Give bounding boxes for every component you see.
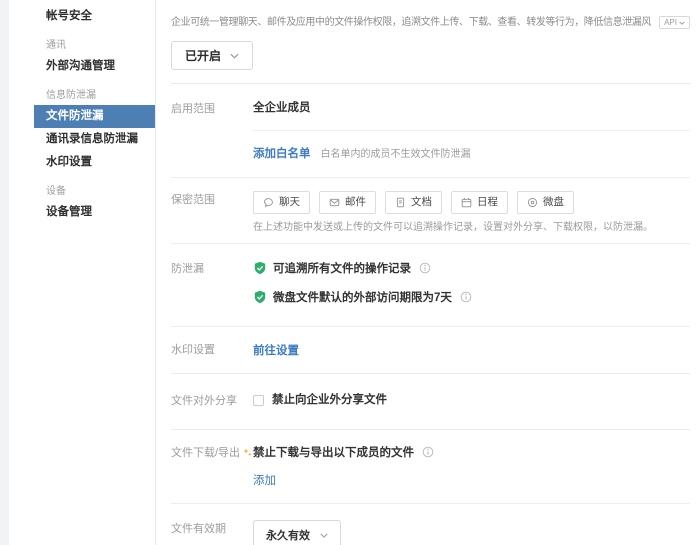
sidebar-section-info-leak-prevention: 信息防泄漏 [46,89,155,102]
leak-prevention-item-text: 可追溯所有文件的操作记录 [273,260,411,276]
file-download-export-label: 文件下载/导出 [171,444,253,489]
row-secrecy-scope: 保密范围 聊天 邮件 文档 [171,178,690,243]
sidebar-item-contacts-leak-prevention[interactable]: 通讯录信息防泄漏 [34,128,155,151]
tag-chat[interactable]: 聊天 [253,191,310,214]
add-whitelist-link[interactable]: 添加白名单 [253,148,311,160]
sidebar-section-device: 设备 [46,185,155,198]
forbid-external-share-label: 禁止向企业外分享文件 [272,392,387,409]
forbid-download-text: 禁止下载与导出以下成员的文件 [253,444,414,460]
divider [253,130,690,131]
leak-prevention-label: 防泄漏 [171,260,253,305]
tag-doc[interactable]: 文档 [385,191,442,214]
info-icon[interactable] [422,446,434,458]
row-apply-scope: 启用范围 全企业成员 添加白名单白名单内的成员不生效文件防泄漏 [171,84,690,177]
watermark-settings-label: 水印设置 [171,341,253,359]
chat-icon [263,197,274,208]
info-icon[interactable] [419,262,431,274]
forbid-external-share-checkbox[interactable] [253,395,264,406]
tag-mail-label: 邮件 [345,196,366,209]
tag-calendar[interactable]: 日程 [451,191,508,214]
tag-drive-label: 微盘 [543,196,564,209]
validity-selected-value: 永久有效 [266,527,310,543]
row-external-file-sharing: 文件对外分享 禁止向企业外分享文件 [171,374,690,429]
row-file-validity: 文件有效期 永久有效 [171,504,690,545]
sidebar-item-watermark-settings[interactable]: 水印设置 [34,151,155,174]
validity-select-button[interactable]: 永久有效 [253,520,341,545]
settings-sidebar: 帐号安全 通讯 外部沟通管理 信息防泄漏 文件防泄漏 通讯录信息防泄漏 水印设置… [9,0,156,545]
tag-calendar-label: 日程 [477,196,498,209]
sidebar-item-account-security[interactable]: 帐号安全 [34,5,155,28]
tag-doc-label: 文档 [411,196,432,209]
row-leak-prevention: 防泄漏 可追溯所有文件的操作记录 微盘文件默认的外部访问期限为7天 [171,244,690,326]
left-gutter [0,0,9,545]
add-members-link[interactable]: 添加 [253,475,276,487]
api-badge-label: API [664,18,677,27]
main-content: 企业可统一管理聊天、邮件及应用中的文件操作权限，追溯文件上传、下载、查看、转发等… [156,0,698,545]
file-download-export-label-text: 文件下载/导出 [171,447,240,459]
chevron-down-icon [320,533,328,538]
leak-prevention-item: 可追溯所有文件的操作记录 [253,260,690,276]
secrecy-scope-label: 保密范围 [171,191,253,235]
go-to-settings-link[interactable]: 前往设置 [253,345,299,357]
whitelist-row: 添加白名单白名单内的成员不生效文件防泄漏 [253,144,690,162]
file-leak-prevention-settings-page: 帐号安全 通讯 外部沟通管理 信息防泄漏 文件防泄漏 通讯录信息防泄漏 水印设置… [0,0,698,545]
chevron-down-icon [679,21,685,25]
secrecy-scope-tags: 聊天 邮件 文档 日程 [253,191,690,214]
tag-drive[interactable]: 微盘 [517,191,574,214]
whitelist-hint: 白名单内的成员不生效文件防泄漏 [321,149,471,160]
mail-icon [329,197,340,208]
feature-description: 企业可统一管理聊天、邮件及应用中的文件操作权限，追溯文件上传、下载、查看、转发等… [171,16,651,30]
apply-scope-label: 启用范围 [171,100,253,162]
sidebar-item-file-leak-prevention[interactable]: 文件防泄漏 [34,105,155,128]
sidebar-item-device-management[interactable]: 设备管理 [34,201,155,224]
doc-icon [395,197,406,208]
api-dropdown-badge[interactable]: API [659,16,690,29]
forbid-download-line: 禁止下载与导出以下成员的文件 [253,444,690,460]
external-file-sharing-label: 文件对外分享 [171,392,253,409]
apply-scope-value: 全企业成员 [253,100,690,117]
info-icon[interactable] [460,291,472,303]
leak-prevention-item-text: 微盘文件默认的外部访问期限为7天 [273,289,452,305]
secrecy-scope-description: 在上述功能中发送或上传的文件可以追溯操作记录，设置对外分享、下载权限，以防泄漏。 [253,221,690,235]
status-enabled-dropdown-button[interactable]: 已开启 [171,41,253,70]
shield-check-icon [253,261,267,275]
chevron-down-icon [230,53,239,59]
tag-chat-label: 聊天 [279,196,300,209]
new-feature-sparkle-icon [243,448,252,460]
row-file-download-export: 文件下载/导出 禁止下载与导出以下成员的文件 添加 [171,430,690,503]
file-validity-label: 文件有效期 [171,520,253,545]
shield-check-icon [253,290,267,304]
tag-mail[interactable]: 邮件 [319,191,376,214]
calendar-icon [461,197,472,208]
status-enabled-label: 已开启 [185,47,221,64]
row-watermark-settings: 水印设置 前往设置 [171,327,690,373]
intro-row: 企业可统一管理聊天、邮件及应用中的文件操作权限，追溯文件上传、下载、查看、转发等… [171,16,690,30]
sidebar-item-external-communication[interactable]: 外部沟通管理 [34,55,155,78]
leak-prevention-item: 微盘文件默认的外部访问期限为7天 [253,289,690,305]
drive-icon [527,197,538,208]
sidebar-section-communication: 通讯 [46,39,155,52]
